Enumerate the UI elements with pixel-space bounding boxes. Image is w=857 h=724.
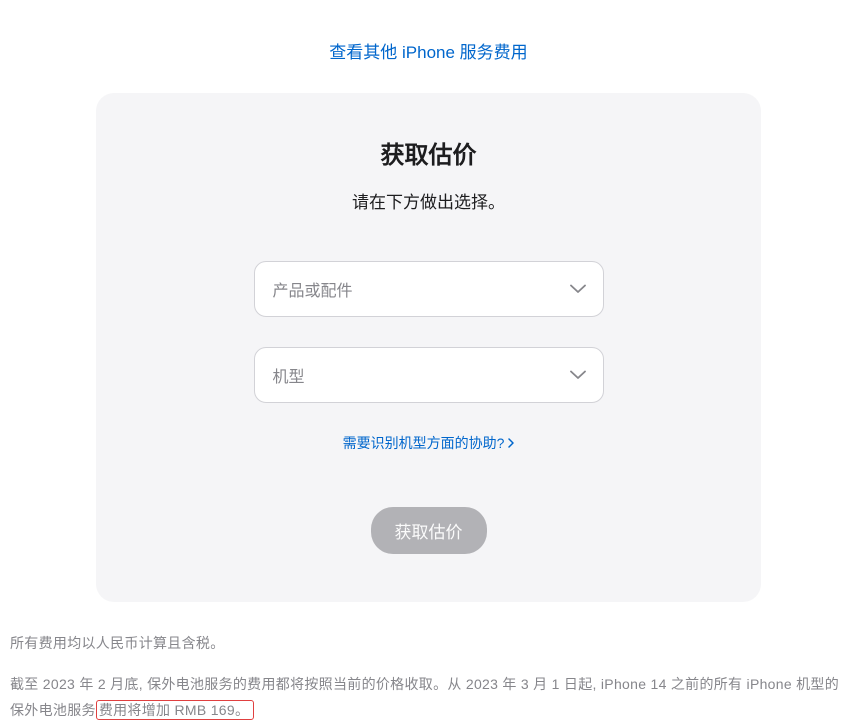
footer-line-1: 所有费用均以人民币计算且含税。 (10, 630, 847, 657)
card-subtitle: 请在下方做出选择。 (136, 188, 721, 213)
identify-model-help-link[interactable]: 需要识别机型方面的协助? (343, 433, 515, 453)
footer-line-2: 截至 2023 年 2 月底, 保外电池服务的费用都将按照当前的价格收取。从 2… (10, 671, 847, 724)
card-title: 获取估价 (136, 135, 721, 170)
product-select[interactable]: 产品或配件 (254, 261, 604, 317)
cta-wrap: 获取估价 (136, 507, 721, 554)
model-select[interactable]: 机型 (254, 347, 604, 403)
estimate-card: 获取估价 请在下方做出选择。 产品或配件 机型 需要识别机型方面的协助? 获取估… (96, 93, 761, 602)
product-select-wrap: 产品或配件 (254, 261, 604, 317)
footer-highlight-box: 费用将增加 RMB 169。 (96, 700, 254, 720)
help-link-wrap: 需要识别机型方面的协助? (136, 433, 721, 453)
other-services-link[interactable]: 查看其他 iPhone 服务费用 (329, 43, 527, 62)
model-select-wrap: 机型 (254, 347, 604, 403)
top-link-container: 查看其他 iPhone 服务费用 (0, 0, 857, 93)
get-estimate-button[interactable]: 获取估价 (371, 507, 487, 554)
help-link-label: 需要识别机型方面的协助? (343, 433, 505, 453)
chevron-right-icon (508, 438, 514, 448)
